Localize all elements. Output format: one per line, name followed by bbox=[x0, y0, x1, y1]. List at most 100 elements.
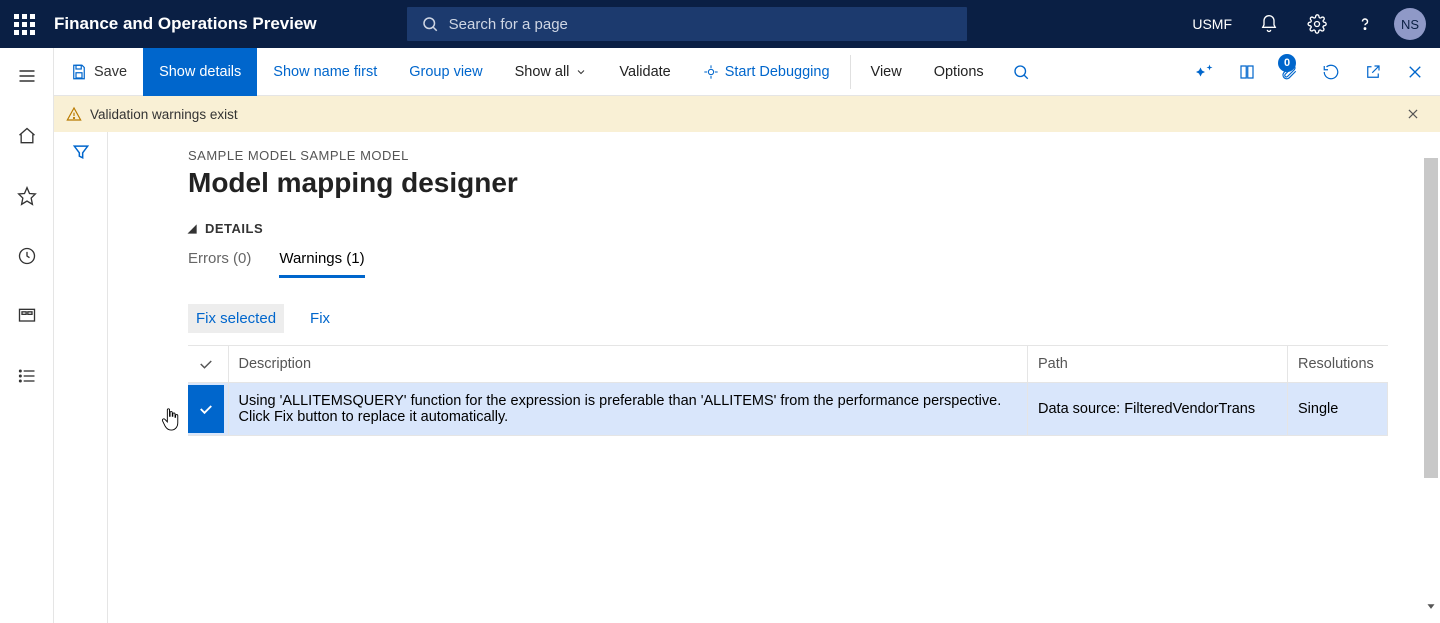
attachments-badge: 0 bbox=[1278, 54, 1296, 72]
show-details-label: Show details bbox=[159, 64, 241, 80]
warning-icon bbox=[66, 106, 82, 122]
global-search-input[interactable] bbox=[449, 16, 953, 33]
options-menu[interactable]: Options bbox=[918, 48, 1000, 96]
cell-resolutions: Single bbox=[1288, 383, 1388, 436]
workspace-icon bbox=[17, 306, 37, 326]
checkmark-icon bbox=[197, 355, 215, 373]
attachments-button[interactable]: 0 bbox=[1268, 48, 1310, 96]
collapse-icon: ◢ bbox=[188, 222, 197, 235]
row-selector[interactable] bbox=[188, 383, 228, 436]
view-menu[interactable]: View bbox=[855, 48, 918, 96]
app-title: Finance and Operations Preview bbox=[54, 14, 317, 34]
details-section-label: DETAILS bbox=[205, 221, 263, 236]
scroll-down-icon bbox=[1424, 599, 1438, 613]
nav-workspaces-button[interactable] bbox=[7, 300, 47, 332]
filter-toggle-button[interactable] bbox=[71, 142, 91, 162]
column-path[interactable]: Path bbox=[1028, 346, 1288, 383]
actionbar-search-button[interactable] bbox=[1000, 48, 1042, 96]
popout-button[interactable] bbox=[1352, 48, 1394, 96]
list-icon bbox=[17, 366, 37, 386]
waffle-icon bbox=[14, 14, 35, 35]
question-icon bbox=[1355, 14, 1375, 34]
action-bar: Save Show details Show name first Group … bbox=[54, 48, 1440, 96]
refresh-button[interactable] bbox=[1310, 48, 1352, 96]
page-title: Model mapping designer bbox=[188, 167, 1440, 199]
bell-icon bbox=[1259, 14, 1279, 34]
save-icon bbox=[70, 63, 88, 81]
vertical-scrollbar[interactable] bbox=[1424, 142, 1438, 613]
tab-errors[interactable]: Errors (0) bbox=[188, 250, 251, 278]
show-all-label: Show all bbox=[515, 64, 570, 80]
debug-icon bbox=[703, 64, 719, 80]
close-icon bbox=[1406, 107, 1420, 121]
nav-recent-button[interactable] bbox=[7, 240, 47, 272]
search-icon bbox=[421, 15, 439, 33]
legal-entity-selector[interactable]: USMF bbox=[1182, 16, 1242, 32]
filter-icon bbox=[71, 142, 91, 162]
page-content: SAMPLE MODEL SAMPLE MODEL Model mapping … bbox=[108, 132, 1440, 623]
grid-header-row: Description Path Resolutions bbox=[188, 346, 1388, 383]
warning-banner-text: Validation warnings exist bbox=[90, 107, 238, 122]
filter-pane-collapsed bbox=[54, 132, 108, 623]
notifications-button[interactable] bbox=[1248, 0, 1290, 48]
book-icon bbox=[1238, 63, 1256, 81]
details-tabs: Errors (0) Warnings (1) bbox=[188, 250, 1440, 278]
personalize-button[interactable] bbox=[1184, 48, 1226, 96]
validate-button[interactable]: Validate bbox=[603, 48, 686, 96]
chevron-down-icon bbox=[575, 66, 587, 78]
sparkle-icon bbox=[1196, 63, 1214, 81]
fix-selected-button[interactable]: Fix selected bbox=[188, 304, 284, 333]
validate-label: Validate bbox=[619, 64, 670, 80]
tab-warnings[interactable]: Warnings (1) bbox=[279, 250, 364, 278]
star-icon bbox=[17, 186, 37, 206]
cell-description: Using 'ALLITEMSQUERY' function for the e… bbox=[228, 383, 1028, 436]
nav-favorites-button[interactable] bbox=[7, 180, 47, 212]
start-debugging-label: Start Debugging bbox=[725, 64, 830, 80]
popout-icon bbox=[1364, 63, 1382, 81]
fix-button[interactable]: Fix bbox=[302, 304, 338, 333]
help-button[interactable] bbox=[1344, 0, 1386, 48]
actionbar-divider bbox=[850, 55, 851, 89]
view-label: View bbox=[871, 64, 902, 80]
scrollbar-thumb[interactable] bbox=[1424, 158, 1438, 478]
hamburger-icon bbox=[17, 66, 37, 86]
banner-close-button[interactable] bbox=[1406, 107, 1428, 121]
save-button[interactable]: Save bbox=[54, 48, 143, 96]
fix-actions: Fix selected Fix bbox=[188, 304, 1440, 333]
global-header: Finance and Operations Preview USMF NS bbox=[0, 0, 1440, 48]
close-icon bbox=[1406, 63, 1424, 81]
breadcrumb: SAMPLE MODEL SAMPLE MODEL bbox=[188, 148, 1440, 163]
global-search-box[interactable] bbox=[407, 7, 967, 41]
select-all-header[interactable] bbox=[188, 346, 228, 383]
group-view-button[interactable]: Group view bbox=[393, 48, 498, 96]
close-page-button[interactable] bbox=[1394, 48, 1436, 96]
global-nav-rail bbox=[0, 48, 54, 623]
save-label: Save bbox=[94, 64, 127, 80]
show-name-first-label: Show name first bbox=[273, 64, 377, 80]
column-resolutions[interactable]: Resolutions bbox=[1288, 346, 1388, 383]
warning-banner: Validation warnings exist bbox=[54, 96, 1440, 132]
nav-home-button[interactable] bbox=[7, 120, 47, 152]
show-name-first-button[interactable]: Show name first bbox=[257, 48, 393, 96]
warnings-grid: Description Path Resolutions bbox=[188, 345, 1388, 436]
search-icon bbox=[1012, 63, 1030, 81]
page-options-button[interactable] bbox=[1226, 48, 1268, 96]
refresh-icon bbox=[1322, 63, 1340, 81]
show-all-button[interactable]: Show all bbox=[499, 48, 604, 96]
checkmark-icon bbox=[197, 400, 215, 418]
settings-button[interactable] bbox=[1296, 0, 1338, 48]
app-launcher-button[interactable] bbox=[0, 0, 48, 48]
cell-path: Data source: FilteredVendorTrans bbox=[1028, 383, 1288, 436]
start-debugging-button[interactable]: Start Debugging bbox=[687, 48, 846, 96]
user-avatar[interactable]: NS bbox=[1394, 8, 1426, 40]
show-details-button[interactable]: Show details bbox=[143, 48, 257, 96]
details-section-header[interactable]: ◢ DETAILS bbox=[188, 221, 1440, 236]
column-description[interactable]: Description bbox=[228, 346, 1028, 383]
nav-modules-button[interactable] bbox=[7, 360, 47, 392]
nav-hamburger-button[interactable] bbox=[7, 60, 47, 92]
clock-icon bbox=[17, 246, 37, 266]
grid-row[interactable]: Using 'ALLITEMSQUERY' function for the e… bbox=[188, 383, 1388, 436]
options-label: Options bbox=[934, 64, 984, 80]
group-view-label: Group view bbox=[409, 64, 482, 80]
home-icon bbox=[17, 126, 37, 146]
